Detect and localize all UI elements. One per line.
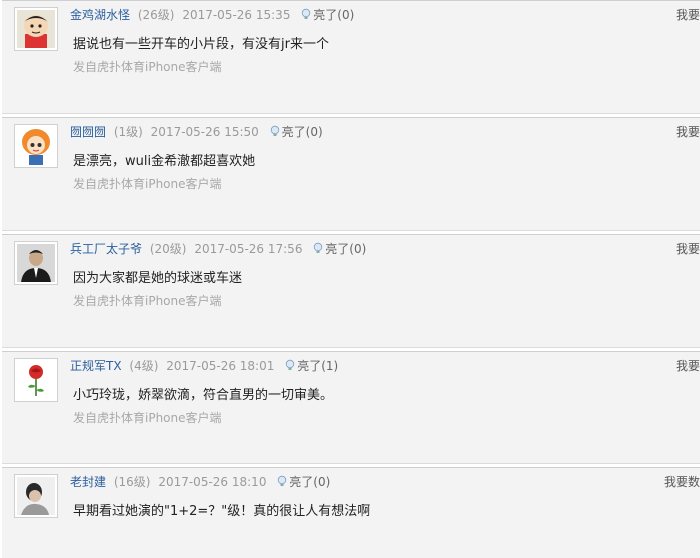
reply-post: 老封建 (16级) 2017-05-26 18:10 亮了(0) 我要数 早期看… — [2, 467, 700, 558]
report-link[interactable]: 我要数 — [664, 473, 700, 491]
man-in-suit-avatar-icon — [17, 244, 55, 282]
light-button[interactable]: 亮了(1) — [284, 359, 338, 373]
post-source: 发自虎扑体育iPhone客户端 — [73, 60, 222, 74]
lightbulb-icon — [278, 475, 287, 486]
post-source: 发自虎扑体育iPhone客户端 — [73, 294, 222, 308]
post-time: 2017-05-26 15:35 — [182, 8, 291, 22]
post-source: 发自虎扑体育iPhone客户端 — [73, 177, 222, 191]
report-link[interactable]: 我要 — [676, 240, 700, 258]
user-level: (16级) — [113, 475, 151, 489]
post-content: 小巧玲珑，娇翠欲滴，符合直男的一切审美。 — [73, 388, 334, 403]
post-time: 2017-05-26 18:10 — [158, 475, 267, 489]
post-content: 据说也有一些开车的小片段，有没有jr来一个 — [73, 37, 329, 52]
light-count: 亮了(0) — [289, 475, 331, 489]
post-meta: 囫囫囫 (1级) 2017-05-26 15:50 亮了(0) — [70, 123, 323, 141]
post-meta: 兵工厂太子爷 (20级) 2017-05-26 17:56 亮了(0) — [70, 240, 366, 258]
post-content: 因为大家都是她的球迷或车迷 — [73, 271, 243, 286]
avatar[interactable] — [14, 7, 58, 51]
report-link[interactable]: 我要 — [676, 123, 700, 141]
cartoon-avatar-icon — [17, 10, 55, 48]
avatar[interactable] — [14, 124, 58, 168]
post-content: 是漂亮，wuli金希澈都超喜欢她 — [73, 154, 256, 169]
post-source: 发自虎扑体育iPhone客户端 — [73, 411, 222, 425]
username-link[interactable]: 正规军TX — [70, 359, 122, 373]
post-meta: 正规军TX (4级) 2017-05-26 18:01 亮了(1) — [70, 357, 338, 375]
username-link[interactable]: 兵工厂太子爷 — [70, 242, 142, 256]
light-count: 亮了(0) — [325, 242, 367, 256]
reply-post: 囫囫囫 (1级) 2017-05-26 15:50 亮了(0) 我要 是漂亮，w… — [2, 117, 700, 231]
avatar[interactable] — [14, 358, 58, 402]
lightbulb-icon — [314, 242, 323, 253]
avatar[interactable] — [14, 241, 58, 285]
reply-post: 兵工厂太子爷 (20级) 2017-05-26 17:56 亮了(0) 我要 因… — [2, 234, 700, 348]
report-link[interactable]: 我要 — [676, 6, 700, 24]
rose-avatar-icon — [17, 361, 55, 399]
lightbulb-icon — [270, 125, 279, 136]
anime-girl-avatar-icon — [17, 127, 55, 165]
post-meta: 金鸡湖水怪 (26级) 2017-05-26 15:35 亮了(0) — [70, 6, 354, 24]
reply-post: 金鸡湖水怪 (26级) 2017-05-26 15:35 亮了(0) 我要 据说… — [2, 0, 700, 114]
lightbulb-icon — [285, 359, 295, 370]
light-button[interactable]: 亮了(0) — [276, 475, 330, 489]
light-count: 亮了(0) — [313, 8, 355, 22]
post-time: 2017-05-26 18:01 — [166, 359, 275, 373]
light-count: 亮了(0) — [281, 125, 323, 139]
post-time: 2017-05-26 15:50 — [150, 125, 259, 139]
reply-post: 正规军TX (4级) 2017-05-26 18:01 亮了(1) 我要 小巧玲… — [2, 351, 700, 464]
user-level: (20级) — [149, 242, 187, 256]
username-link[interactable]: 金鸡湖水怪 — [70, 8, 130, 22]
username-link[interactable]: 囫囫囫 — [70, 125, 106, 139]
person-photo-avatar-icon — [17, 477, 55, 515]
light-button[interactable]: 亮了(0) — [269, 125, 323, 139]
light-button[interactable]: 亮了(0) — [312, 242, 366, 256]
user-level: (4级) — [129, 359, 159, 373]
report-link[interactable]: 我要 — [676, 357, 700, 375]
light-count: 亮了(1) — [297, 359, 339, 373]
user-level: (1级) — [113, 125, 143, 139]
user-level: (26级) — [137, 8, 175, 22]
post-content: 早期看过她演的"1+2=？"级！真的很让人有想法啊 — [73, 504, 371, 519]
lightbulb-icon — [302, 8, 311, 19]
post-time: 2017-05-26 17:56 — [194, 242, 303, 256]
light-button[interactable]: 亮了(0) — [300, 8, 354, 22]
username-link[interactable]: 老封建 — [70, 475, 106, 489]
post-meta: 老封建 (16级) 2017-05-26 18:10 亮了(0) — [70, 473, 330, 491]
avatar[interactable] — [14, 474, 58, 518]
